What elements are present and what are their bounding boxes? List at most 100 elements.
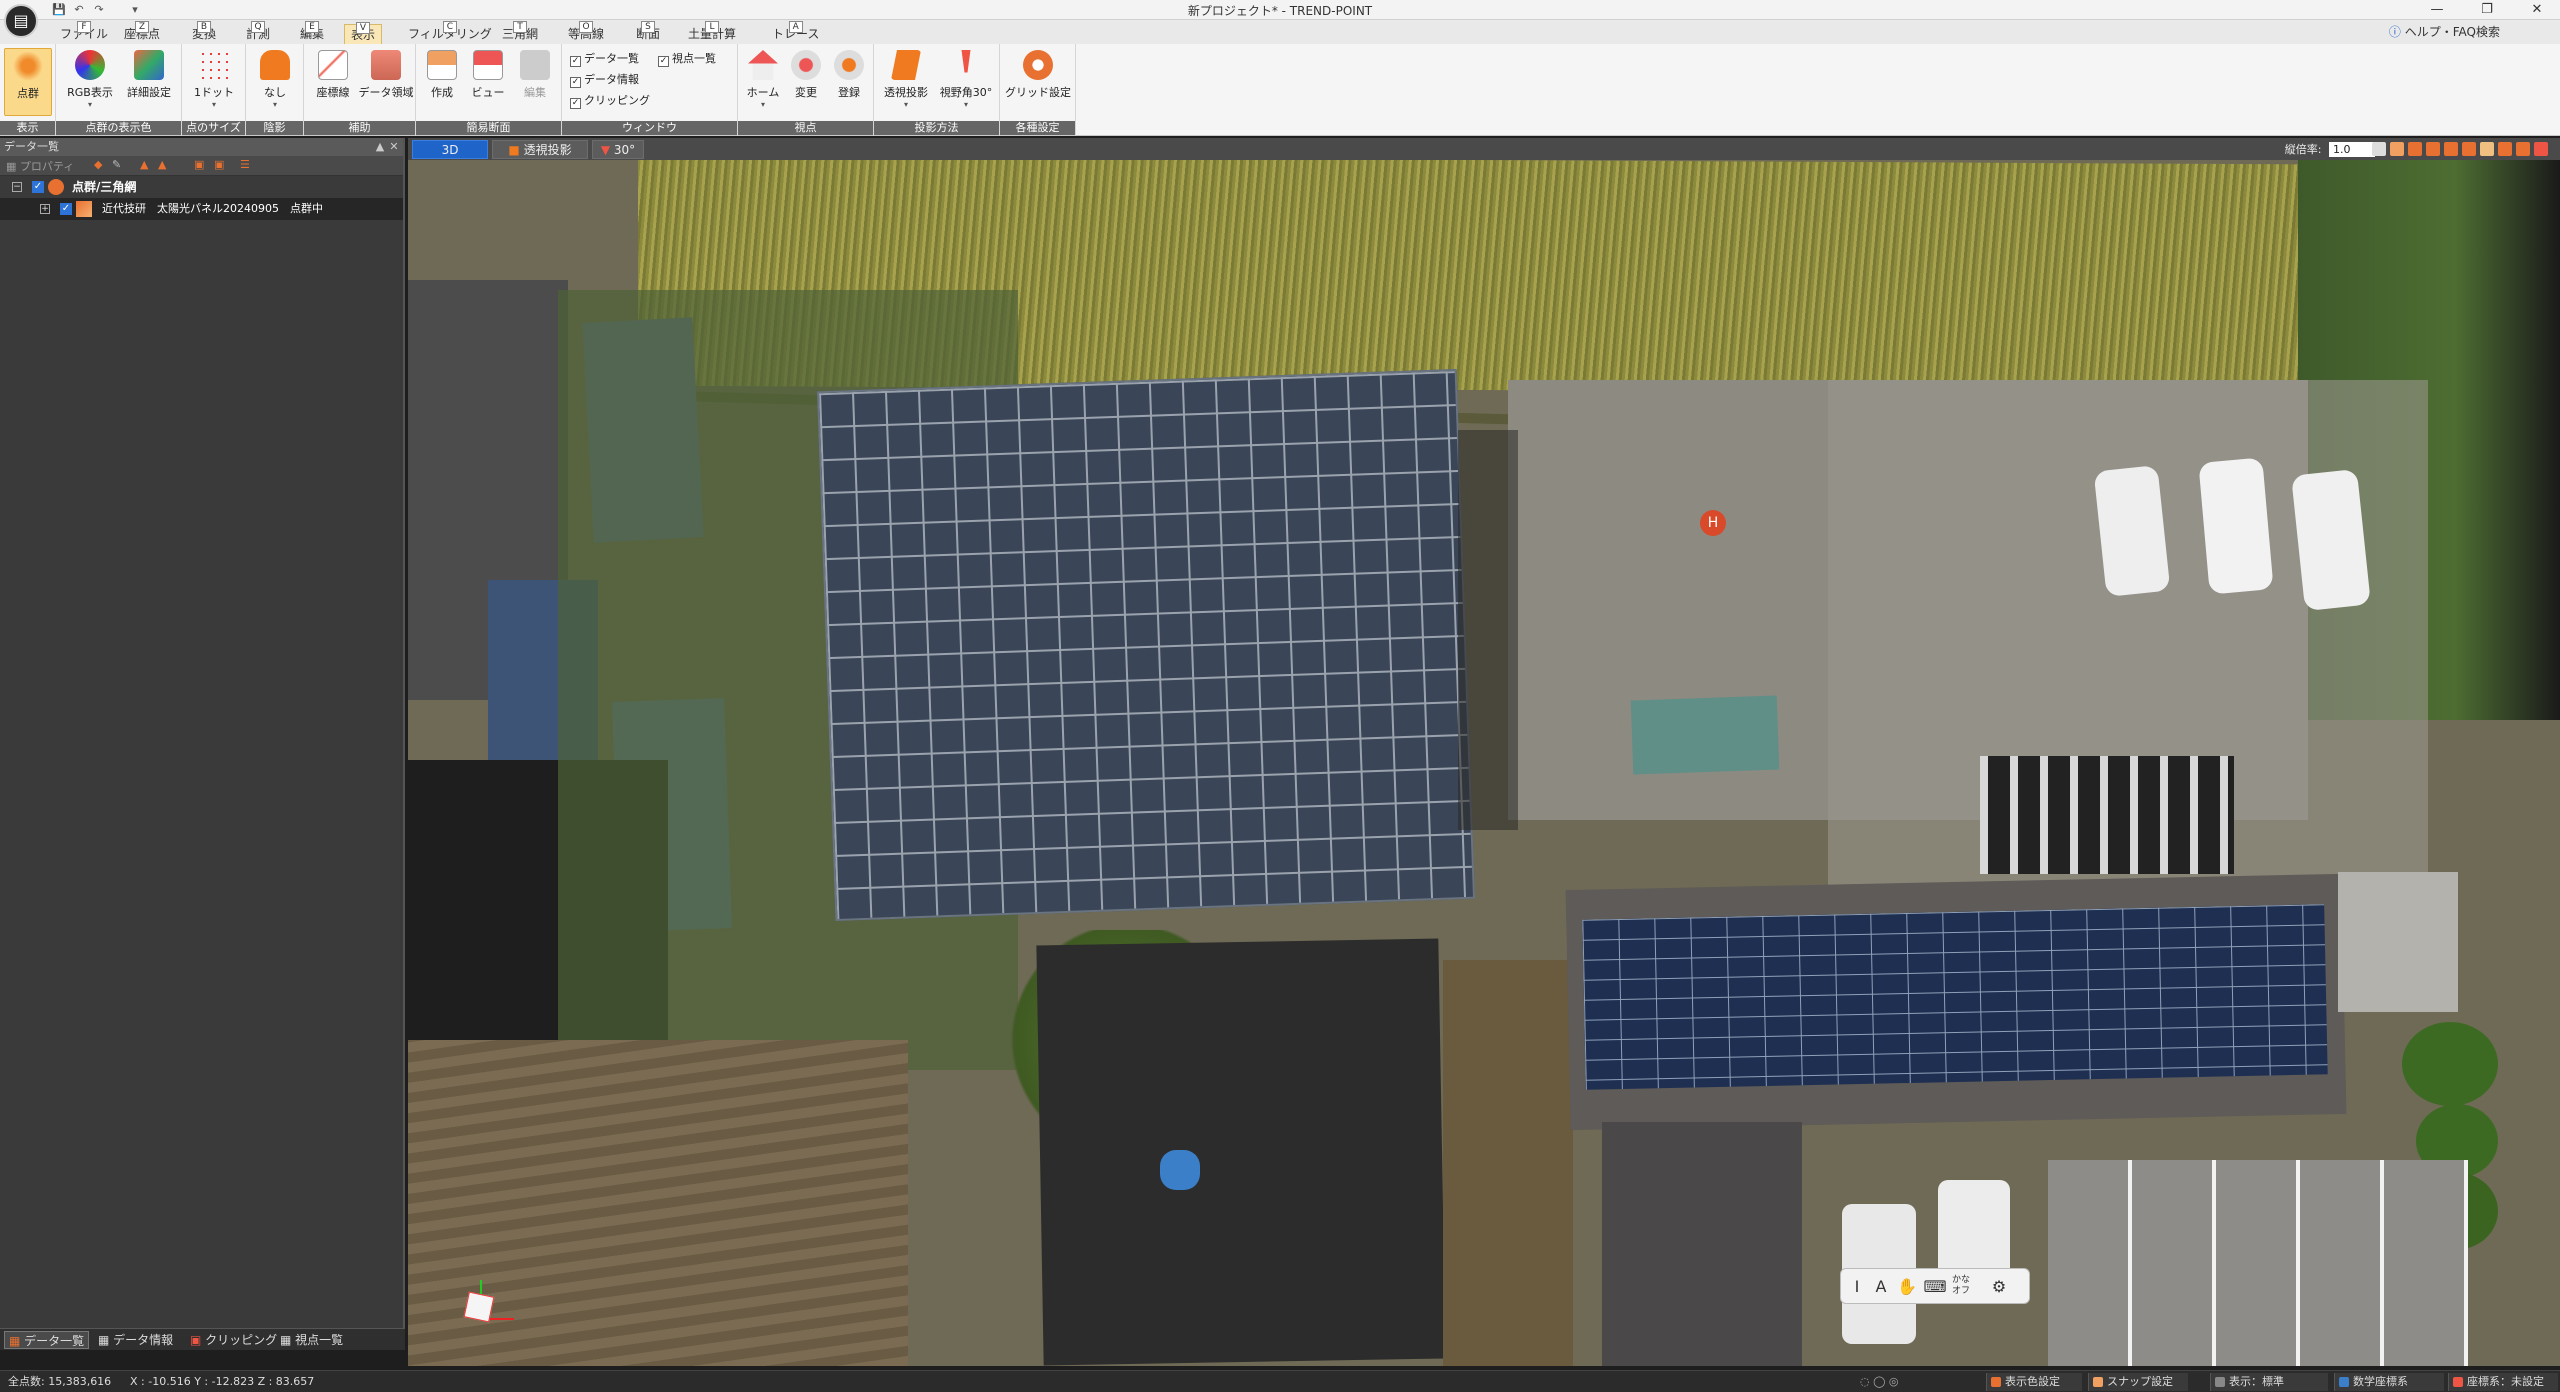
keyboard-icon[interactable]: ⌨ xyxy=(1923,1275,1947,1299)
top-view-icon[interactable] xyxy=(2408,142,2422,156)
marker-icon: H xyxy=(1700,510,1726,536)
coord-lines-button[interactable]: 座標線 xyxy=(308,48,358,116)
tab-convert[interactable]: B 変換 xyxy=(186,21,222,44)
ribbon-group-simple-section: 作成 ビュー 編集 簡易断面 xyxy=(416,44,562,136)
root-visibility-checkbox[interactable]: ✓ xyxy=(32,181,44,193)
change-view-button[interactable]: 変更 xyxy=(786,48,826,116)
font-a-icon[interactable]: A xyxy=(1869,1275,1893,1299)
tree-node-pointcloud-root[interactable]: − ✓ 点群/三角網 xyxy=(0,176,403,198)
cursor-text-icon[interactable]: I xyxy=(1845,1275,1869,1299)
viewpoint-list-checkbox[interactable]: ✓ 視点一覧 xyxy=(658,50,716,68)
help-icon: ⓘ xyxy=(2388,25,2401,39)
tab-trace[interactable]: A トレース xyxy=(766,21,825,44)
section-create-button[interactable]: 作成 xyxy=(420,48,464,116)
tab-viewpoint-list[interactable]: ▦ 視点一覧 xyxy=(276,1331,347,1349)
tab-file[interactable]: F ファイル xyxy=(54,21,114,44)
point-cloud-scene[interactable]: H I A ✋ ⌨ かな オフ ⚙ xyxy=(408,160,2560,1366)
gear-icon xyxy=(1023,50,1053,80)
expand-all-icon[interactable]: ▣ xyxy=(194,158,204,171)
array-shadow xyxy=(1458,430,1518,830)
tab-coordinate-points[interactable]: Z 座標点 xyxy=(118,21,166,44)
tree-node-pointcloud-dataset[interactable]: + ✓ 近代技研 太陽光パネル20240905 点群中 xyxy=(0,198,403,220)
tab-measure[interactable]: Q 計測 xyxy=(240,21,276,44)
vertical-scale-input[interactable]: 1.0 xyxy=(2329,142,2375,157)
collapse-all-icon[interactable]: ▣ xyxy=(214,158,224,171)
rgb-display-button[interactable]: RGB表示 ▾ xyxy=(60,48,120,116)
home-view-button[interactable]: ホーム ▾ xyxy=(742,48,784,116)
dataset-visibility-checkbox[interactable]: ✓ xyxy=(60,203,72,215)
collapse-icon[interactable]: − xyxy=(12,182,22,192)
hand-icon[interactable]: ✋ xyxy=(1895,1275,1919,1299)
view-angle-button[interactable]: 視野角30° ▾ xyxy=(936,48,996,116)
data-area-button[interactable]: データ領域 xyxy=(358,48,414,116)
point-cloud-button[interactable]: 点群 xyxy=(4,48,52,116)
restore-button[interactable]: ❐ xyxy=(2464,0,2510,20)
iso-view-icon[interactable] xyxy=(2480,142,2494,156)
tab-filtering[interactable]: C フィルタリング xyxy=(402,21,498,44)
point-count: 全点数: 15,383,616 xyxy=(8,1375,112,1388)
rotate-icon[interactable] xyxy=(2516,142,2530,156)
status-bar: 全点数: 15,383,616 X : -10.516 Y : -12.823 … xyxy=(0,1370,2560,1392)
reset-icon[interactable] xyxy=(2534,142,2548,156)
register-view-button[interactable]: 登録 xyxy=(828,48,870,116)
tab-earthwork[interactable]: L 土量計算 xyxy=(682,21,742,44)
tab-perspective[interactable]: ■ 透視投影 xyxy=(492,140,588,159)
coord-system-button[interactable]: 座標系：未設定 xyxy=(2448,1373,2558,1391)
tab-clipping[interactable]: ▣ クリッピング xyxy=(186,1331,281,1349)
ribbon-group-display: 点群 表示 xyxy=(0,44,56,136)
panel-close-icon[interactable]: ✕ xyxy=(387,138,401,156)
zoom-fit-icon[interactable] xyxy=(2498,142,2512,156)
tab-edit[interactable]: E 編集 xyxy=(294,21,330,44)
tab-view-angle[interactable]: ▼ 30° xyxy=(592,140,644,159)
grid-settings-button[interactable]: グリッド設定 xyxy=(1004,48,1072,116)
box-view-icon[interactable] xyxy=(2390,142,2404,156)
settings-gear-icon[interactable]: ⚙ xyxy=(1987,1275,2011,1299)
white-car-1 xyxy=(2093,465,2171,597)
section-edit-button[interactable]: 編集 xyxy=(512,48,558,116)
tab-triangulation[interactable]: T 三角網 xyxy=(496,21,544,44)
home-icon xyxy=(748,50,778,80)
data-list-checkbox[interactable]: ✓ データ一覧 xyxy=(570,50,639,68)
section-view-button[interactable]: ビュー xyxy=(466,48,510,116)
data-info-checkbox[interactable]: ✓ データ情報 xyxy=(570,71,639,89)
back-view-icon[interactable] xyxy=(2462,142,2476,156)
detail-settings-button[interactable]: 詳細設定 xyxy=(120,48,178,116)
clipping-checkbox[interactable]: ✓ クリッピング xyxy=(570,92,650,110)
pencil-icon[interactable]: ✎ xyxy=(112,158,121,171)
side-view-icon[interactable] xyxy=(2444,142,2458,156)
expand-icon[interactable]: + xyxy=(40,204,50,214)
display-color-settings-button[interactable]: 表示色設定 xyxy=(1986,1373,2082,1391)
cursor-coordinates: X : -10.516 Y : -12.823 Z : 83.657 xyxy=(130,1375,315,1388)
tab-data-info[interactable]: ▦ データ情報 xyxy=(94,1331,177,1349)
pin-icon[interactable]: ▲ xyxy=(373,138,387,156)
display-mode-button[interactable]: 表示：標準 xyxy=(2210,1373,2328,1391)
shade-none-button[interactable]: なし ▾ xyxy=(252,48,298,116)
ribbon-group-auxiliary: 座標線 データ領域 補助 xyxy=(304,44,416,136)
view-icons[interactable]: ◌ ◯ ◎ xyxy=(1860,1374,1899,1390)
kana-toggle[interactable]: かな オフ xyxy=(1949,1275,1973,1299)
tab-3d[interactable]: 3D xyxy=(412,140,488,159)
data-list-panel: データ一覧 ▲ ✕ ▦ プロパティ ◆ ✎ ▲ ▲ ▣ ▣ ☰ − ✓ 点群/三… xyxy=(0,138,405,1350)
color-icon[interactable]: ◆ xyxy=(94,158,102,171)
list-icon[interactable]: ☰ xyxy=(240,158,250,171)
tab-display[interactable]: V 表示 xyxy=(344,22,383,44)
app-menu-icon[interactable]: ▤ xyxy=(4,4,38,38)
layer-remove-icon[interactable]: ▲ xyxy=(158,158,166,171)
dot-size-button[interactable]: 1ドット ▾ xyxy=(188,48,240,116)
front-view-icon[interactable] xyxy=(2426,142,2440,156)
tab-data-list[interactable]: ▦ データ一覧 xyxy=(4,1331,90,1349)
close-button[interactable]: ✕ xyxy=(2514,0,2560,20)
properties-icon: ▦ xyxy=(6,160,20,173)
properties-button[interactable]: ▦ プロパティ xyxy=(6,158,74,174)
tab-contour[interactable]: O 等高線 xyxy=(562,21,610,44)
parking-lot xyxy=(2048,1160,2468,1366)
math-coord-system-button[interactable]: 数学座標系 xyxy=(2334,1373,2444,1391)
home-view-icon[interactable] xyxy=(2372,142,2386,156)
tab-section[interactable]: S 断面 xyxy=(630,21,666,44)
help-search[interactable]: ⓘ ヘルプ・FAQ検索 xyxy=(2389,23,2500,40)
window-title: 新プロジェクト* - TREND-POINT xyxy=(1187,4,1373,18)
snap-settings-button[interactable]: スナップ設定 xyxy=(2088,1373,2188,1391)
layer-add-icon[interactable]: ▲ xyxy=(140,158,148,171)
perspective-button[interactable]: 透視投影 ▾ xyxy=(878,48,934,116)
minimize-button[interactable]: — xyxy=(2414,0,2460,20)
